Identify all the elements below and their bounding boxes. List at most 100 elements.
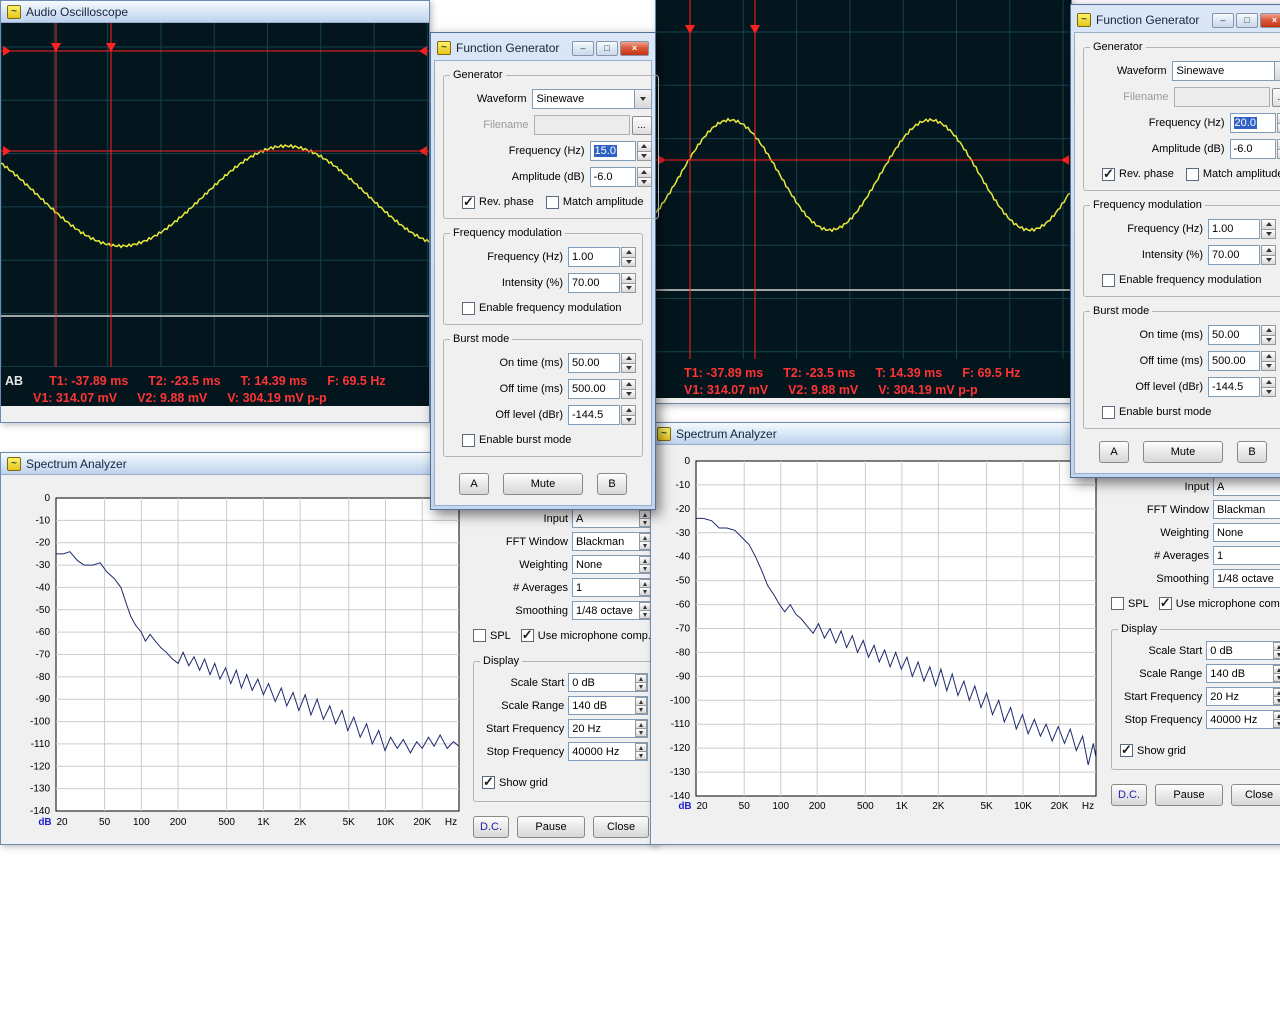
enable-fm-checkbox[interactable] [1102,273,1115,287]
spinner[interactable] [635,743,648,760]
weighting-select[interactable]: None [1213,523,1280,542]
enable-fm-checkbox[interactable] [462,301,475,315]
rev-phase-checkbox[interactable] [1102,166,1115,182]
input-select[interactable]: A [572,509,652,528]
fm-frequency-input[interactable]: 1.00 [1208,219,1260,239]
titlebar[interactable]: ~ Audio Oscilloscope [1,1,429,23]
close-button[interactable]: Close [1231,784,1280,806]
scale-range-select[interactable]: 140 dB [1206,664,1280,683]
burst-off-time-input[interactable]: 500.00 [568,379,620,399]
dc-button[interactable]: D.C. [1111,784,1147,806]
amplitude-spinner[interactable] [636,167,652,187]
burst-off-spinner[interactable] [1261,351,1276,371]
enable-burst-checkbox[interactable] [1102,405,1115,419]
frequency-input[interactable]: 15.0 [589,141,636,161]
smoothing-select[interactable]: 1/48 octave [1213,569,1280,588]
waveform-select[interactable]: Sinewave [531,89,652,109]
burst-off-time-input[interactable]: 500.00 [1208,351,1260,371]
reading-value: T2: -23.5 ms [783,365,856,380]
waveform-select[interactable]: Sinewave [1171,61,1280,81]
burst-on-time-input[interactable]: 50.00 [568,353,620,373]
stop-frequency-select[interactable]: 40000 Hz [1206,710,1280,729]
fft-window-select[interactable]: Blackman [572,532,652,551]
titlebar[interactable]: ~ Function Generator – □ × [1074,8,1280,32]
input-select[interactable]: A [1213,477,1280,496]
fft-window-select[interactable]: Blackman [1213,500,1280,519]
browse-button[interactable]: ... [631,115,652,135]
maximize-button[interactable]: □ [596,40,618,56]
dropdown-arrow-icon[interactable] [633,90,651,108]
spinner[interactable] [635,697,648,714]
dc-button[interactable]: D.C. [473,816,509,838]
enable-burst-checkbox[interactable] [462,433,475,447]
smoothing-select[interactable]: 1/48 octave [572,601,652,620]
burst-off-level-input[interactable]: -144.5 [568,405,620,425]
close-button[interactable]: × [620,40,649,56]
minimize-button[interactable]: – [1212,12,1234,28]
burst-on-spinner[interactable] [1261,325,1276,345]
averages-input[interactable]: 1 [1213,546,1280,565]
channel-b-button[interactable]: B [597,473,627,495]
maximize-button[interactable]: □ [1236,12,1258,28]
frequency-spinner[interactable] [636,141,652,161]
channel-b-button[interactable]: B [1237,441,1267,463]
close-button[interactable]: × [1260,12,1280,28]
scale-start-select[interactable]: 0 dB [568,673,649,692]
channel-a-button[interactable]: A [1099,441,1129,463]
fm-intensity-input[interactable]: 70.00 [1208,245,1260,265]
amplitude-input[interactable]: -6.0 [1229,139,1276,159]
stop-frequency-select[interactable]: 40000 Hz [568,742,649,761]
frequency-spinner[interactable] [1276,113,1280,133]
burst-on-time-input[interactable]: 50.00 [1208,325,1260,345]
burst-on-spinner[interactable] [621,353,636,373]
frequency-input[interactable]: 20.0 [1229,113,1276,133]
show-grid-checkbox[interactable] [1120,742,1133,758]
averages-input[interactable]: 1 [572,578,652,597]
mic-comp-checkbox[interactable] [520,627,534,643]
spinner[interactable] [635,720,648,737]
pause-button[interactable]: Pause [517,816,585,838]
svg-text:500: 500 [218,817,235,828]
fm-frequency-input[interactable]: 1.00 [568,247,620,267]
titlebar[interactable]: ~ Function Generator – □ × [434,36,652,60]
fm-frequency-spinner[interactable] [621,247,636,267]
mic-comp-checkbox[interactable] [1158,595,1172,611]
fm-intensity-spinner[interactable] [621,273,636,293]
channel-labels[interactable]: AB [5,374,23,388]
rev-phase-checkbox[interactable] [462,194,475,210]
pause-button[interactable]: Pause [1155,784,1223,806]
start-frequency-select[interactable]: 20 Hz [568,719,649,738]
svg-text:100: 100 [133,817,150,828]
svg-text:50: 50 [739,801,751,812]
spinner[interactable] [1273,642,1280,659]
match-amplitude-checkbox[interactable] [1185,167,1199,181]
spinner[interactable] [1273,688,1280,705]
spinner[interactable] [1273,665,1280,682]
close-button[interactable]: Close [593,816,649,838]
mute-button[interactable]: Mute [1143,441,1223,463]
spl-checkbox[interactable] [473,629,486,642]
mute-button[interactable]: Mute [503,473,583,495]
spinner[interactable] [1273,711,1280,728]
match-amplitude-checkbox[interactable] [545,195,559,209]
amplitude-input[interactable]: -6.0 [589,167,636,187]
scale-range-select[interactable]: 140 dB [568,696,649,715]
spinner[interactable] [635,674,648,691]
channel-a-button[interactable]: A [459,473,489,495]
burst-off-level-input[interactable]: -144.5 [1208,377,1260,397]
fm-intensity-spinner[interactable] [1261,245,1276,265]
start-frequency-select[interactable]: 20 Hz [1206,687,1280,706]
browse-button[interactable]: ... [1271,87,1280,107]
spl-checkbox[interactable] [1111,597,1124,610]
fm-frequency-spinner[interactable] [1261,219,1276,239]
burst-off-spinner[interactable] [621,379,636,399]
show-grid-checkbox[interactable] [482,774,495,790]
weighting-select[interactable]: None [572,555,652,574]
dropdown-arrow-icon[interactable] [1273,62,1280,80]
fm-intensity-input[interactable]: 70.00 [568,273,620,293]
minimize-button[interactable]: – [572,40,594,56]
burst-level-spinner[interactable] [1261,377,1276,397]
amplitude-spinner[interactable] [1276,139,1280,159]
burst-level-spinner[interactable] [621,405,636,425]
scale-start-select[interactable]: 0 dB [1206,641,1280,660]
